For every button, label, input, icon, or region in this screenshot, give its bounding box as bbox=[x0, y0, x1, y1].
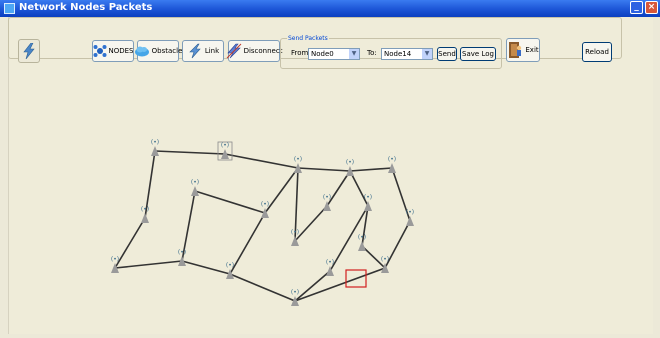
antenna-node-icon[interactable]: (•) bbox=[346, 159, 354, 176]
svg-text:(•): (•) bbox=[221, 142, 229, 149]
antenna-node-icon[interactable]: (•) bbox=[141, 206, 149, 223]
svg-text:(•): (•) bbox=[178, 249, 186, 256]
antenna-node-icon[interactable]: (•) bbox=[388, 156, 396, 173]
network-link bbox=[294, 205, 328, 242]
network-link bbox=[229, 273, 296, 302]
antenna-node-icon[interactable]: (•) bbox=[178, 249, 186, 266]
svg-text:(•): (•) bbox=[111, 256, 119, 263]
antenna-node-icon[interactable]: (•) bbox=[191, 179, 199, 196]
antenna-node-icon[interactable]: (•) bbox=[364, 194, 372, 211]
network-link bbox=[349, 167, 393, 172]
svg-text:(•): (•) bbox=[141, 206, 149, 213]
network-link bbox=[294, 267, 386, 302]
svg-text:(•): (•) bbox=[381, 256, 389, 263]
network-link bbox=[294, 270, 331, 302]
svg-text:(•): (•) bbox=[261, 201, 269, 208]
network-canvas[interactable]: (•) (•) (•) (•) (•) (•) (•) (•) (•) (•) (•) (•) (•) (… bbox=[0, 0, 660, 338]
svg-text:(•): (•) bbox=[346, 159, 354, 166]
network-link bbox=[194, 190, 266, 214]
network-link bbox=[114, 217, 146, 269]
network-link bbox=[297, 167, 351, 172]
network-link bbox=[224, 153, 299, 169]
svg-text:(•): (•) bbox=[326, 259, 334, 266]
antenna-node-icon[interactable]: (•) bbox=[151, 139, 159, 156]
svg-text:(•): (•) bbox=[323, 194, 331, 201]
network-link bbox=[264, 167, 299, 214]
antenna-node-icon[interactable]: (•) bbox=[217, 141, 233, 161]
svg-text:(•): (•) bbox=[364, 194, 372, 201]
svg-text:(•): (•) bbox=[291, 229, 299, 236]
svg-text:(•): (•) bbox=[226, 262, 234, 269]
antenna-node-icon[interactable]: (•) bbox=[406, 209, 414, 226]
svg-text:(•): (•) bbox=[151, 139, 159, 146]
network-link bbox=[181, 260, 231, 275]
svg-text:(•): (•) bbox=[191, 179, 199, 186]
network-link bbox=[114, 260, 183, 269]
svg-text:(•): (•) bbox=[358, 234, 366, 241]
svg-text:(•): (•) bbox=[388, 156, 396, 163]
svg-text:(•): (•) bbox=[406, 209, 414, 216]
antenna-node-icon[interactable]: (•) bbox=[358, 234, 366, 251]
svg-text:(•): (•) bbox=[294, 156, 302, 163]
app-window: Network Nodes Packets _ × NODES Obstacle… bbox=[0, 0, 660, 338]
svg-text:(•): (•) bbox=[291, 289, 299, 296]
network-link bbox=[154, 150, 226, 155]
network-link bbox=[229, 212, 266, 275]
antenna-node-icon[interactable]: (•) bbox=[294, 156, 302, 173]
